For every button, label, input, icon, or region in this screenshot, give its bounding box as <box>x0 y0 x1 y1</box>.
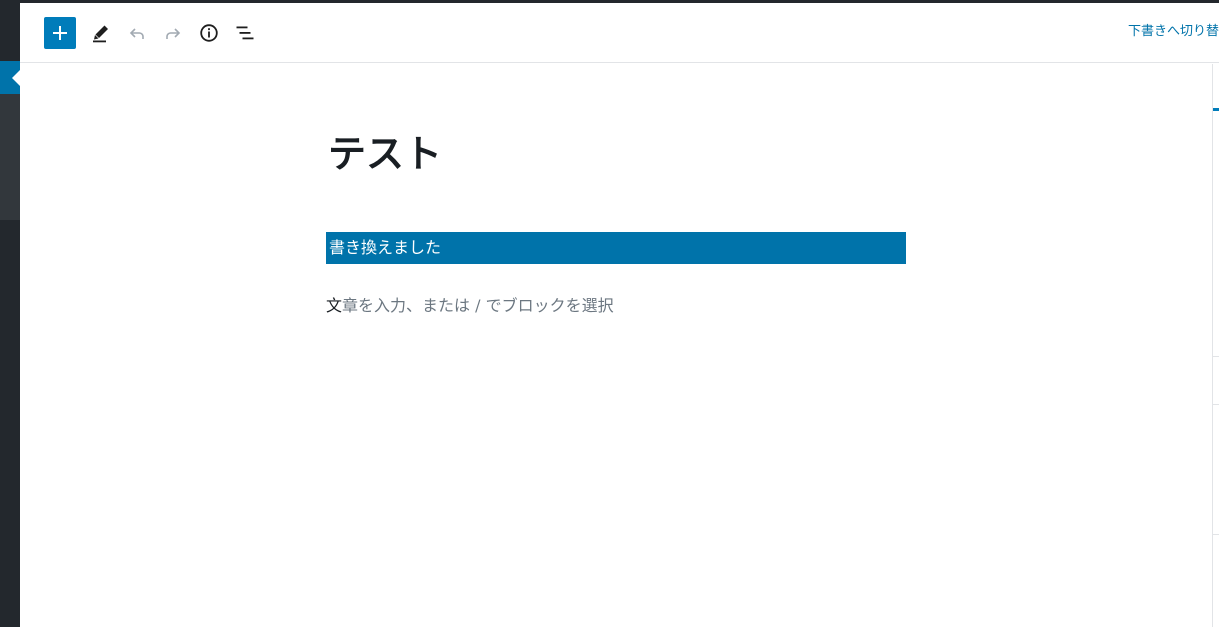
tools-mode-button[interactable] <box>85 17 117 49</box>
admin-sidebar <box>0 3 20 627</box>
block-navigation-button[interactable] <box>229 17 261 49</box>
placeholder-first-char: 文 <box>326 296 343 315</box>
pencil-icon <box>93 25 108 43</box>
sidebar-active-tab-indicator <box>1213 108 1219 111</box>
content-structure-button[interactable] <box>193 17 225 49</box>
block-inserter-button[interactable] <box>44 17 76 49</box>
plus-icon <box>53 26 67 40</box>
sidebar-panel-divider <box>1213 356 1219 357</box>
settings-sidebar <box>1212 64 1219 627</box>
editor-header-toolbar: 下書きへ切り替 <box>20 3 1219 63</box>
redo-button[interactable] <box>157 17 189 49</box>
post-title[interactable]: テスト <box>328 128 442 180</box>
undo-icon <box>129 28 144 39</box>
paragraph-placeholder: 章を入力、または / でブロックを選択 <box>342 296 614 315</box>
editor-screen: 下書きへ切り替 テスト 書き換えました 文章を入力、または / でブロックを選択 <box>0 0 1219 627</box>
switch-to-draft-button[interactable]: 下書きへ切り替 <box>1128 23 1219 41</box>
undo-button[interactable] <box>121 17 153 49</box>
selected-paragraph-block[interactable]: 書き換えました <box>326 232 906 264</box>
redo-icon <box>166 28 181 39</box>
empty-paragraph-block[interactable]: 文章を入力、または / でブロックを選択 <box>326 294 906 318</box>
current-menu-arrow-icon <box>12 70 20 86</box>
admin-submenu <box>0 94 20 220</box>
block-navigation-icon <box>236 26 254 40</box>
info-icon <box>200 24 218 42</box>
sidebar-panel-divider <box>1213 404 1219 405</box>
sidebar-panel-divider <box>1213 534 1219 535</box>
